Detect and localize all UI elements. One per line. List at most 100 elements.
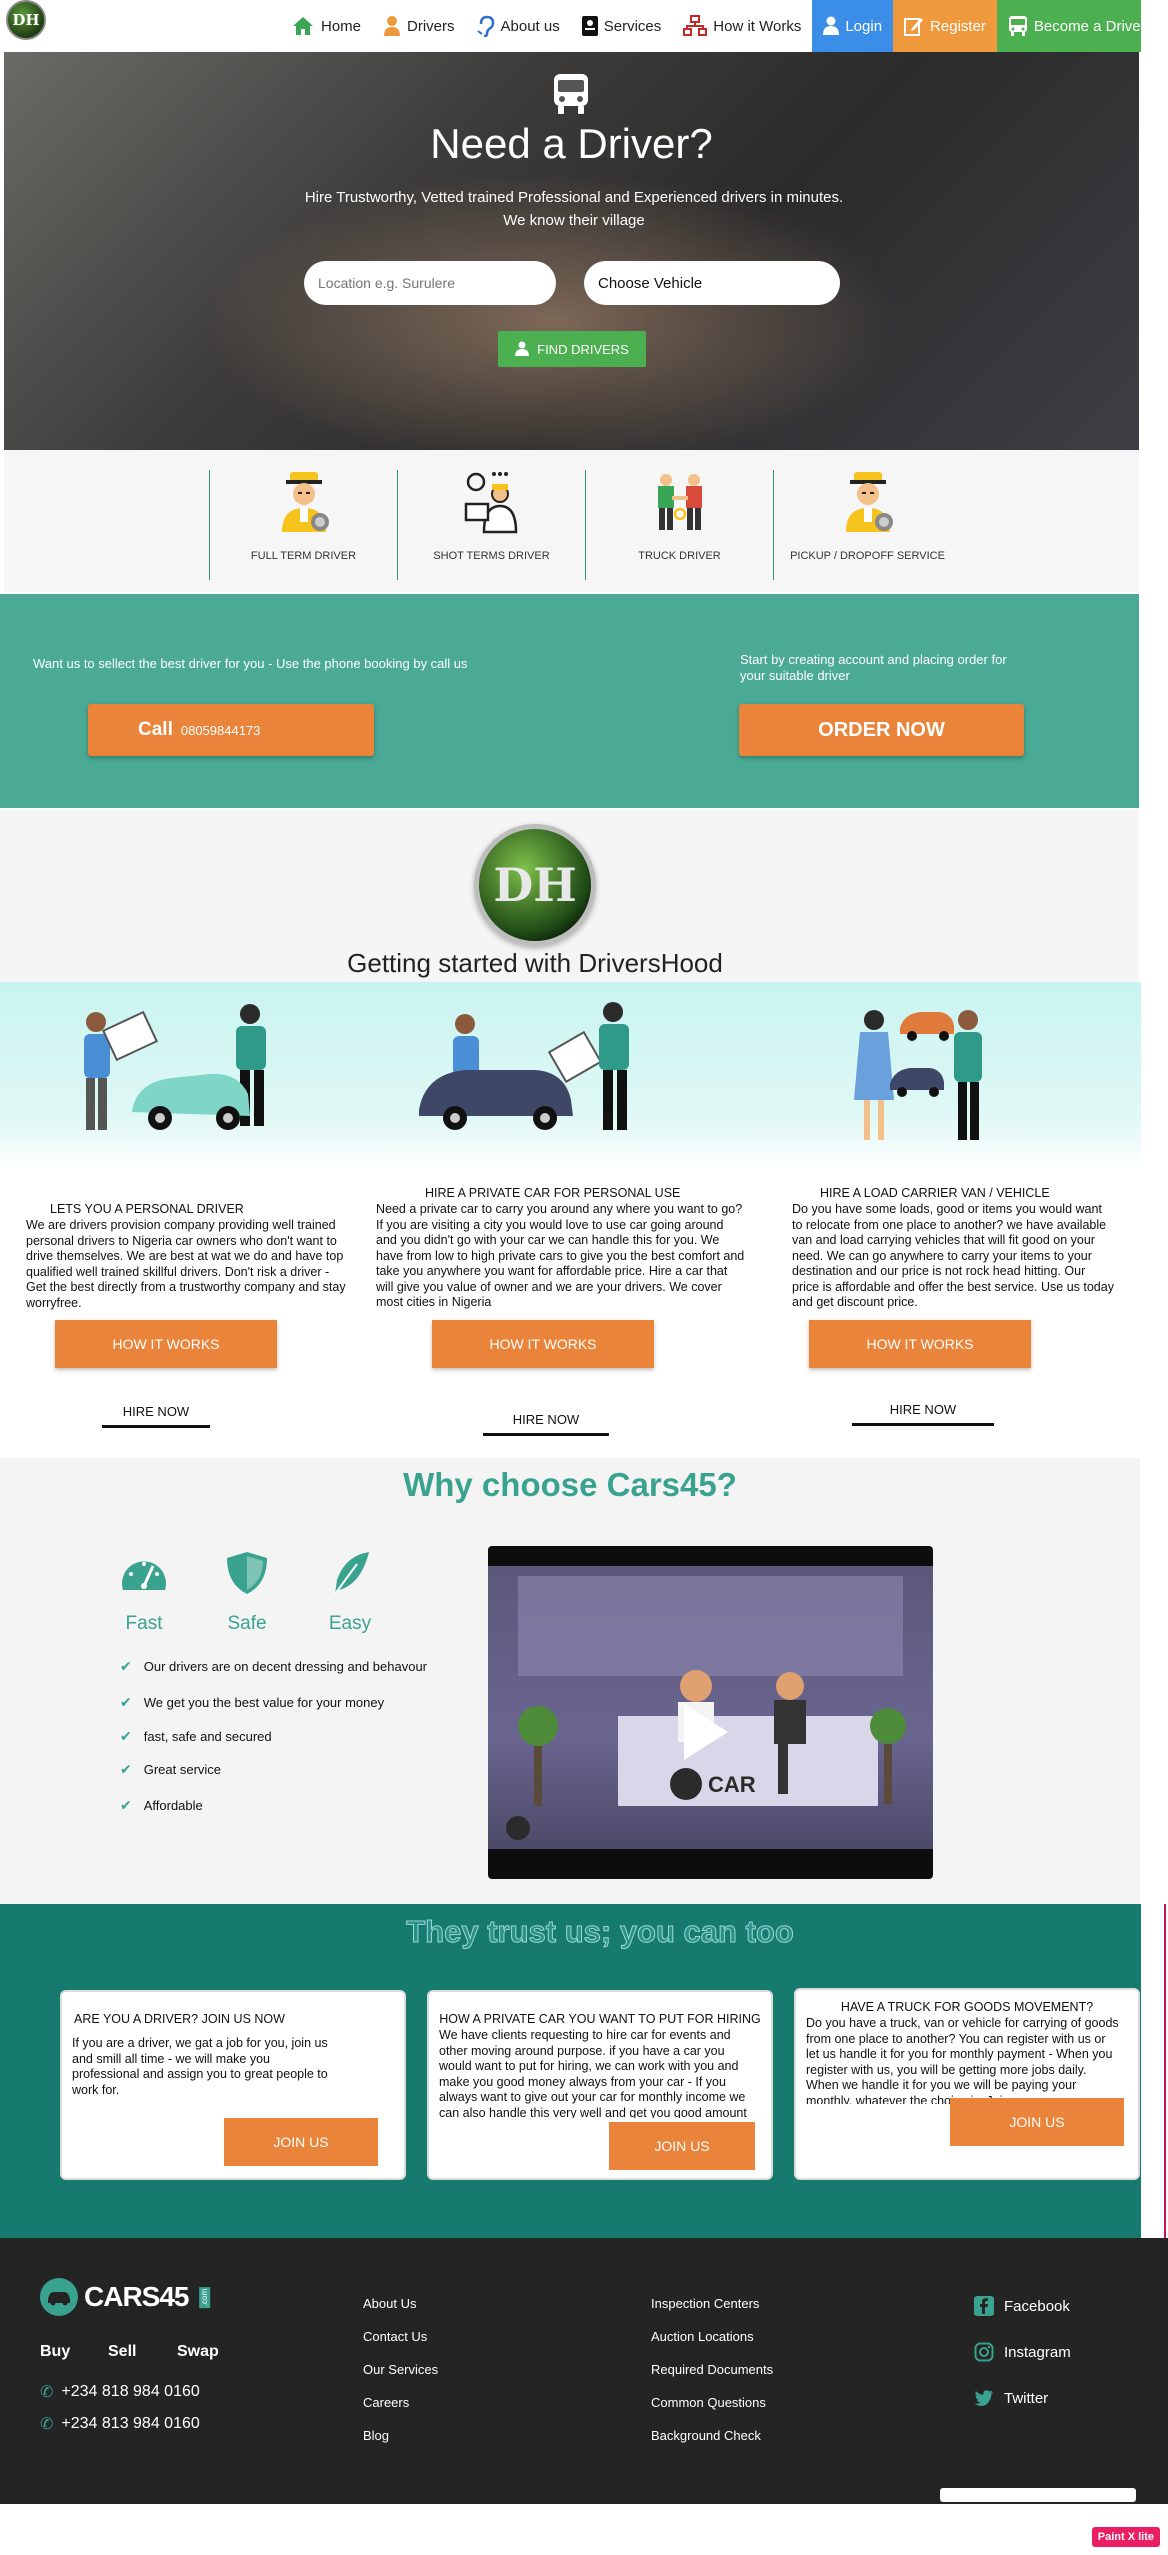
benefit-item: ✔ We get you the best value for your mone… bbox=[120, 1694, 385, 1710]
location-input[interactable] bbox=[304, 261, 556, 305]
shield-icon bbox=[227, 1552, 267, 1594]
facebook-icon bbox=[974, 2296, 994, 2316]
top-navbar: DH Home Drivers About us Services How it… bbox=[0, 0, 1168, 52]
footer-phone[interactable]: ✆ +234 813 984 0160 bbox=[40, 2414, 200, 2434]
service-truck-driver[interactable]: TRUCK DRIVER bbox=[585, 470, 773, 580]
service-pickup-dropoff[interactable]: PICKUP / DROPOFF SERVICE bbox=[773, 470, 961, 580]
nav-menu: Home Drivers About us Services How it Wo… bbox=[280, 0, 1157, 52]
feather-icon bbox=[334, 1552, 369, 1595]
bus-icon bbox=[554, 74, 588, 114]
how-it-works-button[interactable]: HOW IT WORKS bbox=[432, 1320, 654, 1368]
phone-booking-text: Want us to sellect the best driver for y… bbox=[33, 656, 468, 671]
join-us-button[interactable]: JOIN US bbox=[950, 2098, 1124, 2146]
footer-link[interactable]: Inspection Centers bbox=[651, 2296, 759, 2311]
service-short-term[interactable]: SHOT TERMS DRIVER bbox=[397, 470, 585, 580]
phone-icon: ✆ bbox=[40, 2416, 54, 2433]
chat-widget-tab[interactable] bbox=[940, 2488, 1136, 2502]
benefit-item: ✔ fast, safe and secured bbox=[120, 1728, 272, 1744]
how-it-works-button[interactable]: HOW IT WORKS bbox=[809, 1320, 1031, 1368]
join-us-button[interactable]: JOIN US bbox=[224, 2118, 378, 2166]
svg-text:CAR: CAR bbox=[708, 1772, 756, 1797]
hire-now-link[interactable]: HIRE NOW bbox=[483, 1412, 609, 1436]
site-footer: CARS45 .com Buy Sell Swap ✆ +234 818 984 … bbox=[0, 2238, 1168, 2500]
video-player[interactable]: CAR bbox=[488, 1546, 933, 1879]
step-description: We are drivers provision company providi… bbox=[26, 1218, 346, 1310]
trust-title: They trust us; you can too bbox=[406, 1914, 795, 1950]
cars45-logo[interactable]: CARS45 .com bbox=[40, 2278, 216, 2316]
twitter-link[interactable]: Twitter bbox=[974, 2388, 1048, 2408]
call-button[interactable]: Call 08059844173 bbox=[88, 704, 374, 756]
check-icon: ✔ bbox=[120, 1797, 132, 1813]
footer-link[interactable]: Background Check bbox=[651, 2428, 761, 2443]
instagram-icon bbox=[974, 2342, 994, 2362]
handshake-icon bbox=[657, 474, 702, 530]
nav-how-it-works[interactable]: How it Works bbox=[672, 0, 812, 52]
page-right-margin bbox=[1141, 0, 1168, 2238]
step-description: Do you have some loads, good or items yo… bbox=[792, 1202, 1114, 1309]
car-icon bbox=[40, 2278, 78, 2316]
trust-section: They trust us; you can too ARE YOU A DRI… bbox=[0, 1904, 1168, 2238]
why-choose-section: Why choose Cars45? Fast Safe Easy ✔ Our d… bbox=[0, 1458, 1140, 1904]
join-card-driver: ARE YOU A DRIVER? JOIN US NOW If you are… bbox=[60, 1990, 406, 2180]
account-order-text: Start by creating account and placing or… bbox=[740, 652, 1007, 683]
how-it-works-button[interactable]: HOW IT WORKS bbox=[55, 1320, 277, 1368]
edge-marker bbox=[1164, 1904, 1166, 2238]
bottom-strip: Paint X lite bbox=[0, 2488, 1168, 2555]
footer-link[interactable]: Careers bbox=[363, 2395, 409, 2410]
service-full-term[interactable]: FULL TERM DRIVER bbox=[209, 470, 397, 580]
register-button[interactable]: Register bbox=[893, 0, 997, 52]
footer-link[interactable]: Contact Us bbox=[363, 2329, 427, 2344]
login-button[interactable]: Login bbox=[812, 0, 894, 52]
site-logo[interactable]: DH bbox=[6, 0, 46, 40]
play-icon[interactable] bbox=[684, 1704, 728, 1760]
private-car-illustration bbox=[419, 1002, 629, 1130]
join-card-truck-owner: HAVE A TRUCK FOR GOODS MOVEMENT? Do you … bbox=[794, 1988, 1140, 2180]
id-card-icon bbox=[581, 16, 598, 36]
step-description: Need a private car to carry you around a… bbox=[376, 1202, 745, 1309]
hero-banner: Need a Driver? Hire Trustworthy, Vetted … bbox=[4, 52, 1139, 450]
footer-link[interactable]: Common Questions bbox=[651, 2395, 766, 2410]
team-icon bbox=[464, 472, 517, 534]
footer-sell-link[interactable]: Sell bbox=[108, 2343, 136, 2361]
nav-home[interactable]: Home bbox=[280, 0, 372, 52]
vehicle-select[interactable]: Choose Vehicle bbox=[584, 261, 840, 305]
facebook-link[interactable]: Facebook bbox=[974, 2296, 1070, 2316]
booking-section: Want us to sellect the best driver for y… bbox=[0, 594, 1139, 808]
order-now-button[interactable]: ORDER NOW bbox=[739, 704, 1024, 756]
sitemap-icon bbox=[683, 15, 708, 36]
check-icon: ✔ bbox=[120, 1761, 132, 1777]
footer-swap-link[interactable]: Swap bbox=[177, 2343, 219, 2361]
hire-now-link[interactable]: HIRE NOW bbox=[102, 1404, 210, 1428]
hero-title: Need a Driver? bbox=[430, 120, 713, 167]
footer-buy-link[interactable]: Buy bbox=[40, 2343, 70, 2361]
feature-safe: Safe bbox=[212, 1550, 282, 1635]
footer-link[interactable]: Auction Locations bbox=[651, 2329, 754, 2344]
user-icon bbox=[823, 16, 840, 35]
getting-started-title: Getting started with DriversHood bbox=[347, 948, 723, 978]
home-icon bbox=[293, 17, 313, 35]
footer-phone[interactable]: ✆ +234 818 984 0160 bbox=[40, 2382, 200, 2402]
load-carrier-illustration bbox=[854, 1010, 982, 1140]
driver-icon bbox=[515, 341, 530, 356]
footer-link[interactable]: Blog bbox=[363, 2428, 389, 2443]
instagram-link[interactable]: Instagram bbox=[974, 2342, 1071, 2362]
become-driver-button[interactable]: Become a Driver bbox=[996, 0, 1157, 52]
speedometer-icon bbox=[122, 1561, 166, 1590]
check-icon: ✔ bbox=[120, 1728, 132, 1744]
nav-services[interactable]: Services bbox=[571, 0, 673, 52]
step-title: HIRE A PRIVATE CAR FOR PERSONAL USE bbox=[425, 1186, 681, 1200]
nav-about[interactable]: About us bbox=[466, 0, 571, 52]
step-title: HIRE A LOAD CARRIER VAN / VEHICLE bbox=[820, 1186, 1050, 1200]
hire-now-link[interactable]: HIRE NOW bbox=[852, 1402, 994, 1426]
footer-link[interactable]: About Us bbox=[363, 2296, 416, 2311]
footer-link[interactable]: Required Documents bbox=[651, 2362, 773, 2377]
paint-x-lite-badge[interactable]: Paint X lite bbox=[1091, 2527, 1160, 2547]
footer-link[interactable]: Our Services bbox=[363, 2362, 438, 2377]
phone-icon: ✆ bbox=[40, 2384, 54, 2401]
video-thumbnail: CAR bbox=[488, 1566, 933, 1849]
join-us-button[interactable]: JOIN US bbox=[609, 2122, 755, 2170]
step-title: LETS YOU A PERSONAL DRIVER bbox=[50, 1202, 244, 1216]
find-drivers-button[interactable]: FIND DRIVERS bbox=[498, 331, 646, 367]
benefit-item: ✔ Great service bbox=[120, 1761, 222, 1777]
nav-drivers[interactable]: Drivers bbox=[372, 0, 466, 52]
